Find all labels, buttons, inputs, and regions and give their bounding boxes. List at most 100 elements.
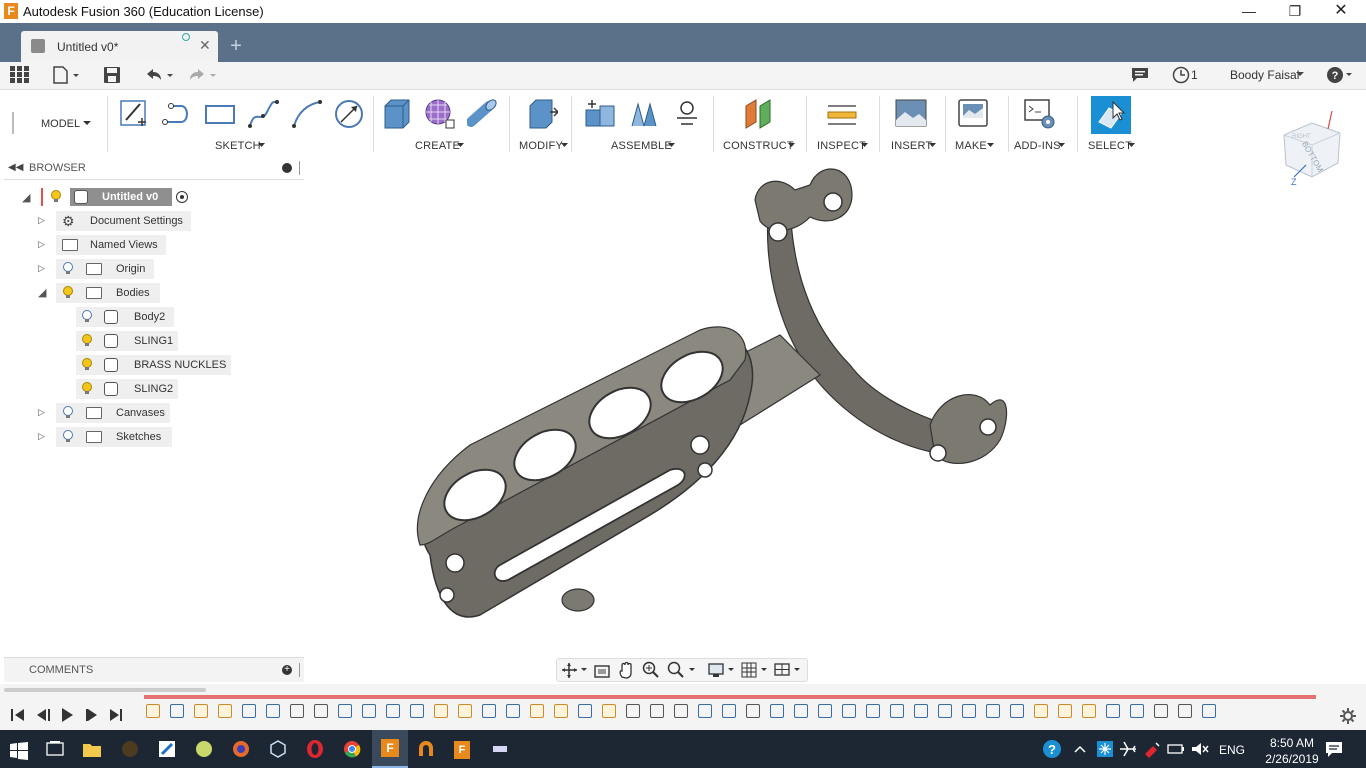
pan-hand-icon[interactable] xyxy=(617,661,635,679)
action-center-icon[interactable] xyxy=(1324,739,1344,759)
tree-item-bodies[interactable]: Bodies xyxy=(56,283,160,303)
timeline-feature-extrude-icon[interactable] xyxy=(482,704,496,718)
expand-triangle-icon[interactable]: ▷ xyxy=(38,431,45,442)
grid-settings-icon[interactable] xyxy=(740,661,770,679)
root-component-highlight[interactable]: Untitled v0 xyxy=(70,188,172,206)
timeline-feature-mirror-icon[interactable] xyxy=(746,704,760,718)
timeline-feature-combine-icon[interactable] xyxy=(338,704,352,718)
app-taskbar-icon[interactable] xyxy=(490,739,510,759)
panel-grip[interactable] xyxy=(299,161,301,175)
panel-grip[interactable] xyxy=(299,663,301,677)
visibility-bulb-icon[interactable] xyxy=(82,358,92,371)
new-component-icon[interactable] xyxy=(584,98,616,130)
app-taskbar-icon[interactable] xyxy=(120,739,140,759)
user-account-menu[interactable]: Boody Faisal xyxy=(1230,68,1299,82)
modify-menu[interactable]: MODIFY xyxy=(519,140,563,152)
zoom-icon[interactable] xyxy=(642,661,660,679)
timeline-feature-fillet-icon[interactable] xyxy=(866,704,880,718)
timeline-feature-extrude-icon[interactable] xyxy=(242,704,256,718)
offset-plane-icon[interactable] xyxy=(742,98,774,130)
visibility-bulb-icon[interactable] xyxy=(63,430,73,443)
visibility-bulb-icon[interactable] xyxy=(63,262,73,275)
orbit-icon[interactable] xyxy=(561,662,589,679)
volume-muted-icon[interactable] xyxy=(1190,739,1210,759)
timeline-feature-fillet-icon[interactable] xyxy=(266,704,280,718)
rectangle-tool-icon[interactable] xyxy=(204,98,236,130)
timeline-feature-sketch-icon[interactable] xyxy=(458,704,472,718)
select-tool-active[interactable] xyxy=(1091,96,1131,134)
play-button[interactable] xyxy=(59,706,77,724)
scripts-addins-icon[interactable] xyxy=(1023,98,1055,130)
timeline-feature-fillet-icon[interactable] xyxy=(818,704,832,718)
visibility-bulb-icon[interactable] xyxy=(63,406,73,419)
timeline-feature-move-icon[interactable] xyxy=(650,704,664,718)
comments-panel-icon[interactable] xyxy=(1131,67,1149,83)
close-tab-icon[interactable]: ✕ xyxy=(199,37,211,54)
view-cube[interactable]: BOTTOM RIGHT Z xyxy=(1276,105,1348,189)
timeline-feature-fillet-icon[interactable] xyxy=(938,704,952,718)
browser-options-icon[interactable] xyxy=(282,163,292,173)
joint-icon[interactable] xyxy=(628,98,660,130)
expand-triangle-icon[interactable]: ▷ xyxy=(38,407,45,418)
go-to-start-button[interactable] xyxy=(8,706,26,724)
viewport-3d-model[interactable] xyxy=(400,155,1040,650)
file-menu-icon[interactable] xyxy=(52,66,80,84)
select-menu[interactable]: SELECT xyxy=(1088,140,1132,152)
ribbon-grip[interactable] xyxy=(12,112,14,134)
clock-date[interactable]: 2/26/2019 xyxy=(1254,752,1330,766)
tree-item-body2[interactable]: Body2 xyxy=(76,307,174,327)
tree-item-document-settings[interactable]: ⚙ Document Settings xyxy=(56,211,191,231)
visibility-bulb-icon[interactable] xyxy=(51,190,61,203)
restore-button[interactable]: ❐ xyxy=(1272,0,1318,23)
tray-app-icon[interactable] xyxy=(1142,739,1162,759)
timeline-feature-extrude-icon[interactable] xyxy=(1130,704,1144,718)
timeline-feature-combine-icon[interactable] xyxy=(986,704,1000,718)
timeline-feature-mirror-icon[interactable] xyxy=(1154,704,1168,718)
visibility-bulb-icon[interactable] xyxy=(82,382,92,395)
timeline-feature-fillet-icon[interactable] xyxy=(962,704,976,718)
visibility-bulb-icon[interactable] xyxy=(82,334,92,347)
help-icon[interactable]: ? xyxy=(1326,66,1354,84)
airplane-mode-icon[interactable] xyxy=(1118,739,1138,759)
tree-item-canvases[interactable]: Canvases xyxy=(56,403,170,423)
timeline-feature-fillet-icon[interactable] xyxy=(890,704,904,718)
tree-item-sketches[interactable]: Sketches xyxy=(56,427,172,447)
timeline-feature-move-icon[interactable] xyxy=(1178,704,1192,718)
insert-menu[interactable]: INSERT xyxy=(891,140,932,152)
look-at-icon[interactable] xyxy=(593,662,611,679)
timeline-feature-fillet-icon[interactable] xyxy=(386,704,400,718)
timeline-feature-pattern-icon[interactable] xyxy=(362,704,376,718)
timeline-feature-fillet-icon[interactable] xyxy=(410,704,424,718)
fit-zoom-icon[interactable] xyxy=(667,661,697,679)
timeline-feature-sketch-icon[interactable] xyxy=(218,704,232,718)
timeline-feature-extrude-icon[interactable] xyxy=(578,704,592,718)
make-menu[interactable]: MAKE xyxy=(955,140,987,152)
collapse-browser-icon[interactable]: ◀◀ xyxy=(8,162,23,173)
go-to-end-button[interactable] xyxy=(108,706,126,724)
extrude-icon[interactable] xyxy=(381,98,413,130)
timeline-feature-sketch-icon[interactable] xyxy=(1058,704,1072,718)
activate-radio-icon[interactable] xyxy=(176,191,188,203)
minimize-button[interactable]: — xyxy=(1226,0,1272,23)
display-settings-icon[interactable] xyxy=(707,661,737,679)
windows-start-icon[interactable] xyxy=(10,742,28,760)
timeline-feature-sketch-icon[interactable] xyxy=(1034,704,1048,718)
spline-tool-icon[interactable] xyxy=(247,98,279,130)
file-explorer-icon[interactable] xyxy=(82,739,102,759)
timeline-feature-pattern-icon[interactable] xyxy=(770,704,784,718)
input-language[interactable]: ENG xyxy=(1219,743,1245,757)
undo-icon[interactable] xyxy=(143,66,177,84)
expand-triangle-icon[interactable]: ▷ xyxy=(38,215,45,226)
chevron-up-icon[interactable] xyxy=(1070,739,1090,759)
timeline-feature-extrude-icon[interactable] xyxy=(698,704,712,718)
sketch-menu[interactable]: SKETCH xyxy=(215,140,261,152)
timeline-feature-fillet-icon[interactable] xyxy=(794,704,808,718)
form-icon[interactable] xyxy=(424,98,456,130)
timeline-settings-gear-icon[interactable] xyxy=(1339,707,1357,725)
opera-icon[interactable] xyxy=(305,739,325,759)
timeline-feature-sketch-icon[interactable] xyxy=(1082,704,1096,718)
tree-item-origin[interactable]: Origin xyxy=(56,259,154,279)
motion-link-icon[interactable] xyxy=(671,98,703,130)
create-menu[interactable]: CREATE xyxy=(415,140,460,152)
app-taskbar-icon[interactable] xyxy=(416,739,436,759)
